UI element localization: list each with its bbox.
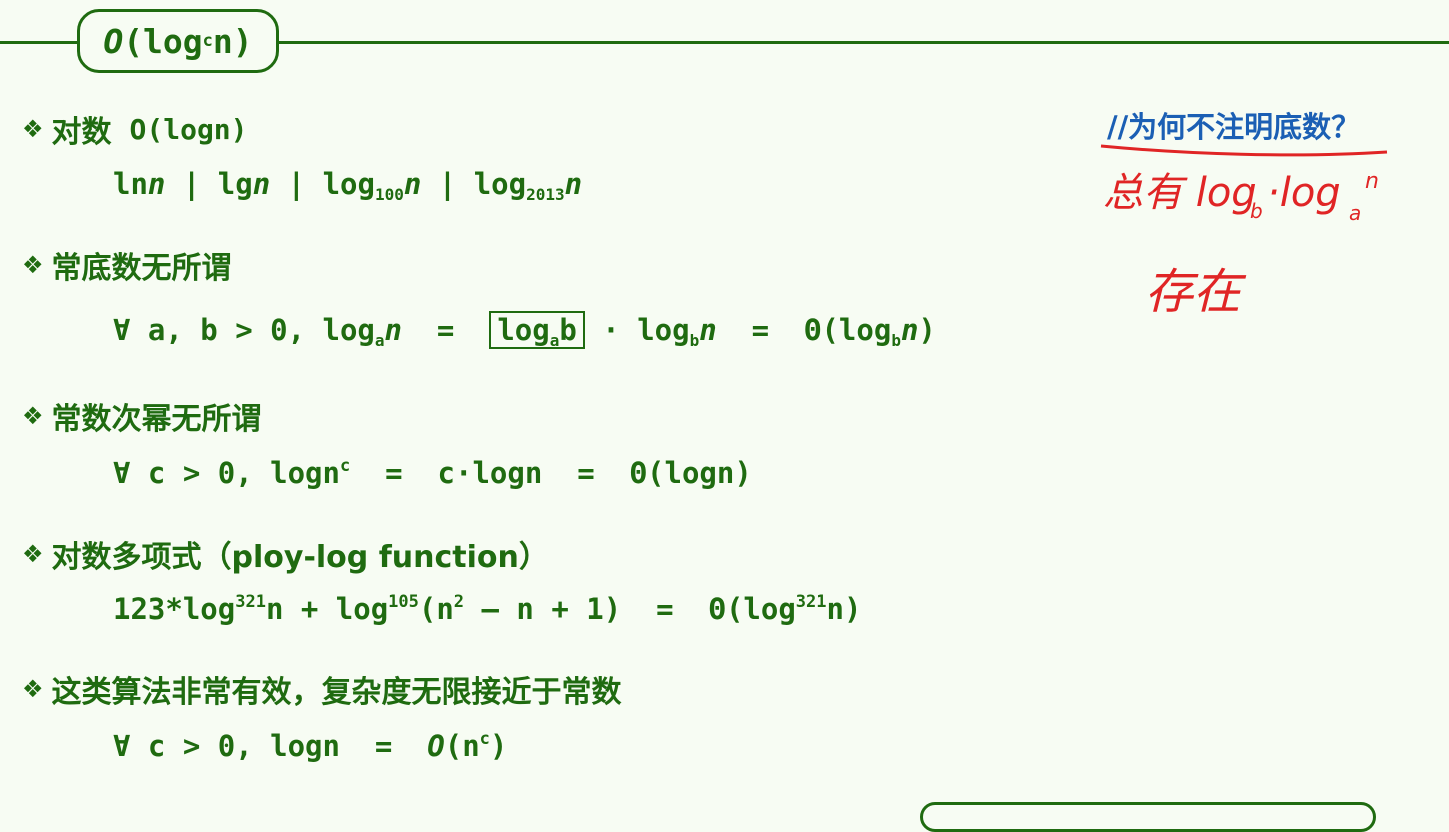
bullet-diamond-icon: ❖ [22,675,44,703]
bullet-diamond-icon: ❖ [22,540,44,568]
big-o-symbol: O [427,729,445,763]
exp-c: c [339,456,351,476]
separator: | [165,167,218,201]
bullet-logarithm: ❖ 对数 O(logn) [22,107,248,151]
exp-105: 105 [388,592,419,612]
handwriting-log: ·log [1267,170,1341,216]
formula-change-of-base: ∀ a, b > 0, logan = logab · logbn = Θ(lo… [113,311,936,350]
exp-321: 321 [795,592,827,612]
formula-polylog: 123*log321n + log105(n2 – n + 1) = Θ(log… [113,592,861,626]
title-n: n) [212,21,253,61]
var-n: n [900,313,919,347]
arg-b: b [559,313,577,347]
handwriting-line1: 总有 log [1103,170,1257,216]
ln-term: ln [113,167,148,201]
bullet-diamond-icon: ❖ [22,115,44,143]
handwriting-line2: 存在 [1145,264,1247,320]
formula-text: · log [584,313,690,347]
formula-text: 123*log [113,592,236,626]
base-100: 100 [374,185,404,204]
title-log: (log [123,21,203,61]
bullet-label: 常底数无所谓 [51,251,232,286]
var-n: n [252,167,271,201]
base-b: b [689,331,700,350]
handwritten-annotation: 总有 log b ·log a n 存在 [1100,144,1388,320]
formula-text: ) [489,729,508,763]
var-n: n [699,313,717,347]
formula-text: = Θ(log [716,313,892,347]
bullet-constant-power: ❖ 常数次幂无所谓 [22,394,262,438]
handwriting-base-b: b [1250,199,1263,223]
var-n: n [564,167,583,201]
equals: = [402,313,490,347]
formula-text: (n [444,729,480,763]
log-term: log [322,167,375,201]
bullet-diamond-icon: ❖ [22,251,44,279]
formula-text: – n + 1) = Θ(log [464,592,796,626]
var-n: n [147,167,166,201]
underline-stroke [1100,144,1388,157]
base-2013: 2013 [526,185,565,204]
formula-text: = c·logn = Θ(logn) [350,456,752,490]
formula-text: n + log [265,592,389,626]
formula-text: ∀ c > 0, logn [113,456,340,490]
formula-bound: ∀ c > 0, logn = O(nc) [113,729,507,763]
formula-text: n) [826,592,862,626]
formula-text: (n [418,592,454,626]
handwriting-n: n [1365,169,1379,194]
formula-text: ∀ a, b > 0, log [113,313,375,347]
bottom-box [920,802,1376,832]
var-n: n [384,313,403,347]
exp-321: 321 [235,592,266,612]
bullet-math: O(logn) [129,112,248,146]
separator: | [270,167,323,201]
bullet-constant-base: ❖ 常底数无所谓 [22,243,232,287]
big-o-symbol: O [103,21,124,61]
log-term: log [473,167,527,201]
var-n: n [403,167,422,201]
base-b: b [891,331,901,350]
formula-log-variants: lnn | lgn | log100n | log2013n [113,167,583,204]
formula-power: ∀ c > 0, lognc = c·logn = Θ(logn) [113,456,752,490]
bullet-label: 对数 [51,115,112,150]
lg-term: lg [217,167,253,201]
base-a: a [549,331,560,350]
handwriting-base-a: a [1349,201,1361,225]
bullet-label: 这类算法非常有效，复杂度无限接近于常数 [51,675,622,710]
bullet-label: 对数多项式（ploy-log function） [51,540,549,575]
exp-c: c [479,729,490,749]
bullet-diamond-icon: ❖ [22,402,44,430]
boxed-constant: logab [489,311,585,349]
bullet-label: 常数次幂无所谓 [51,402,262,437]
bullet-polylog: ❖ 对数多项式（ploy-log function） [22,532,549,576]
paren: ) [918,313,936,347]
separator: | [421,167,474,201]
formula-text: ∀ c > 0, logn = [113,729,428,763]
base-a: a [374,331,385,350]
slide-title: O (log c n) [77,9,279,73]
log-term: log [497,313,550,347]
bullet-efficiency: ❖ 这类算法非常有效，复杂度无限接近于常数 [22,667,622,711]
exp-2: 2 [453,592,465,612]
